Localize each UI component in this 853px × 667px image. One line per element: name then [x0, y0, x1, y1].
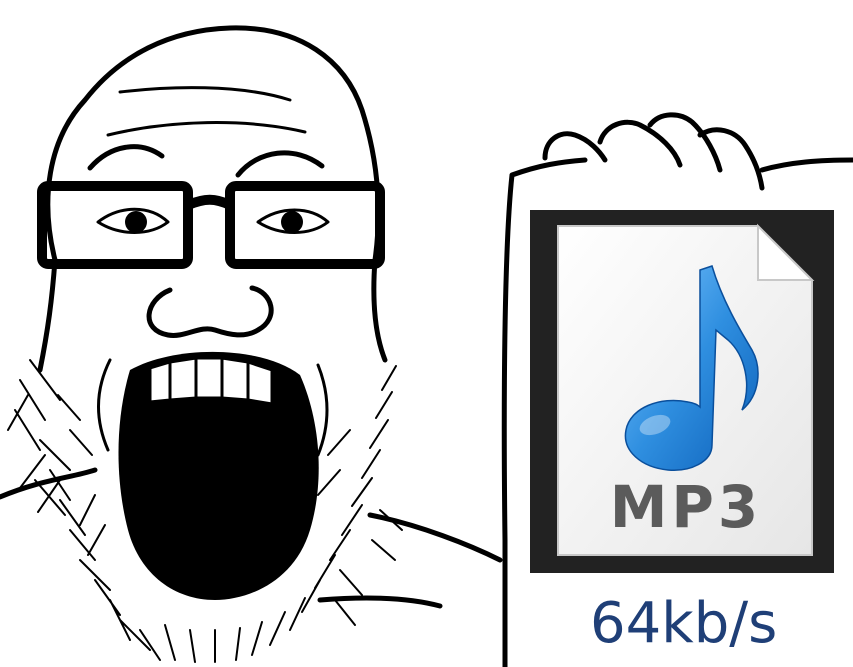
mp3-file-icon: MP3	[530, 210, 834, 573]
glasses	[37, 181, 385, 269]
bitrate-caption: 64kb/s	[590, 591, 778, 656]
holding-hand	[542, 112, 853, 191]
meme-illustration: MP3	[0, 25, 853, 667]
file-type-label: MP3	[610, 473, 763, 541]
soyjak-character	[0, 25, 503, 663]
